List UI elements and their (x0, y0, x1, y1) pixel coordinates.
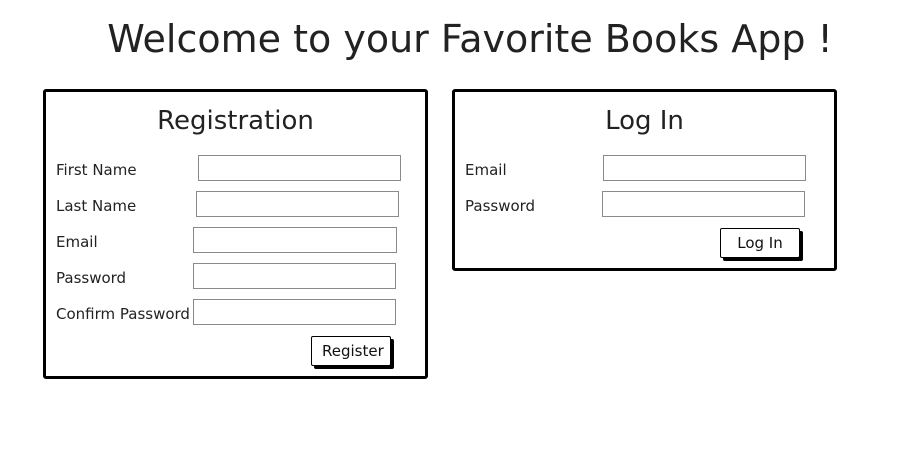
confirm-password-label: Confirm Password (56, 305, 190, 323)
registration-title: Registration (157, 106, 314, 136)
registration-form: Registration First Name Last Name Email … (43, 89, 428, 379)
login-password-label: Password (465, 197, 536, 215)
register-button[interactable]: Register (311, 336, 391, 366)
login-email-label: Email (465, 161, 507, 179)
email-label: Email (56, 233, 98, 251)
registration-password-input[interactable] (193, 263, 396, 289)
first-name-input[interactable] (198, 155, 401, 181)
login-password-input[interactable] (602, 191, 805, 217)
confirm-password-input[interactable] (193, 299, 396, 325)
password-label: Password (56, 269, 127, 287)
registration-email-input[interactable] (193, 227, 397, 253)
last-name-input[interactable] (196, 191, 399, 217)
login-form: Log In Email Password Log In (452, 89, 837, 271)
last-name-label: Last Name (56, 197, 137, 215)
login-button[interactable]: Log In (720, 228, 800, 258)
page-title: Welcome to your Favorite Books App ! (107, 17, 833, 61)
first-name-label: First Name (56, 161, 137, 179)
login-email-input[interactable] (603, 155, 806, 181)
login-title: Log In (605, 106, 684, 136)
